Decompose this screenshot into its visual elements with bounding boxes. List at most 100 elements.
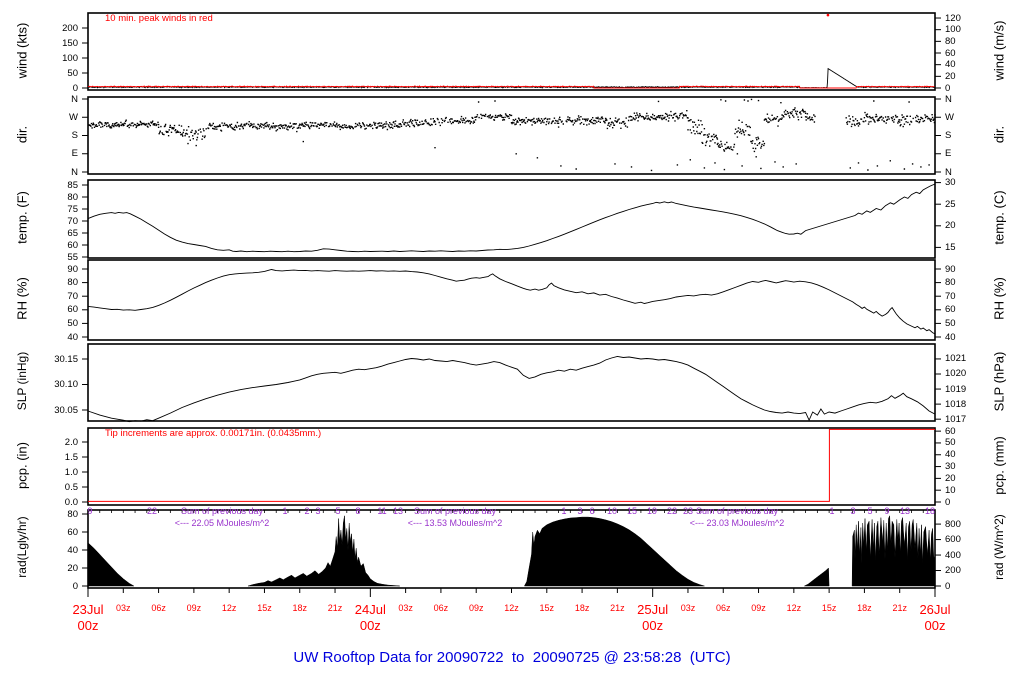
tick-label-right-wind: 120 bbox=[945, 12, 961, 24]
tick-label-right-wind: 60 bbox=[945, 47, 956, 59]
x-hour-label: 18z bbox=[857, 603, 872, 613]
x-day-sublabel: 00z bbox=[77, 618, 99, 633]
tick-label-right-rh: 40 bbox=[945, 331, 956, 343]
tick-label-left-slp: 30.05 bbox=[54, 404, 78, 416]
tick-label-left-temp: 75 bbox=[67, 203, 78, 215]
x-hour-label: 12z bbox=[786, 603, 802, 613]
tick-label-left-pcp: 1.5 bbox=[64, 451, 78, 463]
tick-label-right-wind: 40 bbox=[945, 59, 956, 71]
panel-dir bbox=[87, 96, 936, 175]
tick-label-right-rad: 0 bbox=[945, 580, 951, 592]
tick-label-left-temp: 55 bbox=[67, 251, 78, 263]
tick-label-right-rh: 90 bbox=[945, 263, 956, 275]
tick-label-right-wind: 20 bbox=[945, 70, 956, 82]
panel-slp bbox=[87, 343, 936, 422]
tick-label-right-slp: 1019 bbox=[945, 383, 967, 395]
tick-label-left-rh: 50 bbox=[67, 317, 78, 329]
tick-label-left-rh: 90 bbox=[67, 263, 78, 275]
tick-label-right-dir: N bbox=[945, 166, 952, 178]
tick-label-left-rad: 20 bbox=[67, 562, 78, 574]
tick-label-right-rh: 60 bbox=[945, 304, 956, 316]
x-hour-label: 03z bbox=[680, 603, 696, 613]
tick-label-right-slp: 1021 bbox=[945, 353, 967, 365]
tick-label-right-slp: 1020 bbox=[945, 368, 967, 380]
x-hour-label: 06z bbox=[715, 603, 731, 613]
tick-label-left-dir: E bbox=[71, 148, 78, 160]
tick-label-left-temp: 65 bbox=[67, 227, 78, 239]
tick-label-right-dir: N bbox=[945, 93, 952, 105]
axis-title-left-rad: rad(Lgly/hr) bbox=[15, 516, 29, 578]
tick-label-left-rh: 40 bbox=[67, 331, 78, 343]
rad-cumsum-mark: 18 bbox=[924, 506, 935, 516]
x-hour-label: 12z bbox=[504, 603, 519, 613]
rad-cumsum-mark: 3 bbox=[315, 506, 321, 516]
x-hour-label: 03z bbox=[398, 603, 413, 613]
tick-label-right-rh: 80 bbox=[945, 277, 956, 289]
rad-cumsum-mark: 5 bbox=[335, 506, 341, 516]
rad-area-seg3 bbox=[804, 567, 830, 587]
rad-cumsum-mark: 15 bbox=[626, 506, 637, 516]
tick-label-right-temp: 15 bbox=[945, 241, 956, 253]
tick-label-left-rh: 60 bbox=[67, 304, 78, 316]
x-hour-label: 09z bbox=[186, 603, 202, 613]
tick-label-left-temp: 70 bbox=[67, 215, 78, 227]
tick-label-right-pcp: 60 bbox=[945, 425, 956, 437]
wind-sustained-line bbox=[87, 67, 935, 89]
tick-label-left-slp: 30.10 bbox=[54, 379, 78, 390]
panel-pcp bbox=[87, 427, 936, 506]
tick-label-left-wind: 50 bbox=[67, 67, 78, 79]
x-hour-label: 09z bbox=[468, 603, 484, 613]
rad-sum-value: <--- 13.53 MJoules/m^2 bbox=[407, 518, 503, 528]
tick-label-right-dir: E bbox=[945, 148, 952, 160]
x-hour-label: 15z bbox=[821, 603, 837, 613]
tick-label-left-dir: S bbox=[71, 130, 78, 141]
tick-label-right-dir: W bbox=[945, 111, 954, 123]
tick-label-left-wind: 100 bbox=[62, 52, 78, 64]
rad-cumsum-mark: 8 bbox=[355, 506, 361, 516]
tick-label-right-slp: 1017 bbox=[945, 413, 967, 425]
rad-sum-value: <--- 22.05 MJoules/m^2 bbox=[174, 518, 270, 528]
rad-sum-value: <--- 23.03 MJoules/m^2 bbox=[689, 518, 785, 528]
tick-label-right-slp: 1018 bbox=[945, 398, 967, 410]
rad-cumsum-mark: 6 bbox=[589, 506, 595, 516]
x-hour-label: 18z bbox=[292, 603, 307, 613]
tick-label-right-rh: 50 bbox=[945, 317, 956, 329]
rad-cumsum-mark: 9 bbox=[87, 506, 93, 516]
tick-label-right-wind: 100 bbox=[945, 24, 961, 36]
tick-label-right-temp: 25 bbox=[945, 198, 956, 210]
panel-temp bbox=[87, 179, 936, 259]
rad-cumsum-mark: 10 bbox=[606, 506, 617, 516]
x-hour-label: 03z bbox=[116, 603, 131, 613]
tick-label-left-dir: W bbox=[69, 111, 78, 123]
tick-label-left-rad: 60 bbox=[67, 526, 78, 538]
tick-label-left-temp: 60 bbox=[67, 239, 78, 251]
tick-label-right-wind: 80 bbox=[945, 35, 956, 47]
plot-canvas bbox=[82, 12, 941, 597]
tick-label-left-pcp: 1.0 bbox=[64, 466, 78, 478]
tick-label-left-wind: 200 bbox=[62, 22, 78, 34]
wind-peak-outlier-dot bbox=[826, 13, 830, 17]
tick-label-right-rad: 400 bbox=[945, 549, 961, 561]
tick-label-left-dir: N bbox=[71, 166, 78, 178]
tick-label-left-rh: 70 bbox=[67, 290, 78, 302]
rh-line bbox=[87, 269, 936, 335]
tick-label-right-temp: 30 bbox=[945, 177, 956, 189]
x-hour-label: 21z bbox=[327, 603, 343, 613]
tick-label-right-rad: 200 bbox=[945, 565, 961, 577]
rad-sum-label: Sum of previous day bbox=[180, 506, 264, 516]
x-hour-label: 18z bbox=[574, 603, 590, 613]
rad-area-seg4 bbox=[851, 515, 936, 587]
x-hour-label: 21z bbox=[610, 603, 625, 613]
tick-label-right-pcp: 40 bbox=[945, 449, 956, 461]
tick-label-right-pcp: 50 bbox=[945, 437, 956, 449]
tick-label-left-rad: 40 bbox=[67, 544, 78, 556]
panel-rh bbox=[87, 259, 936, 341]
x-hour-label: 06z bbox=[151, 603, 166, 613]
panel-wind bbox=[87, 12, 936, 91]
tick-label-left-wind: 150 bbox=[62, 37, 78, 49]
rad-cumsum-mark: 19 bbox=[646, 506, 657, 516]
x-hour-label: 15z bbox=[539, 603, 555, 613]
dir-scatter-points bbox=[88, 98, 936, 172]
tick-label-right-temp: 20 bbox=[945, 220, 956, 232]
tick-label-left-pcp: 2.0 bbox=[64, 436, 78, 448]
